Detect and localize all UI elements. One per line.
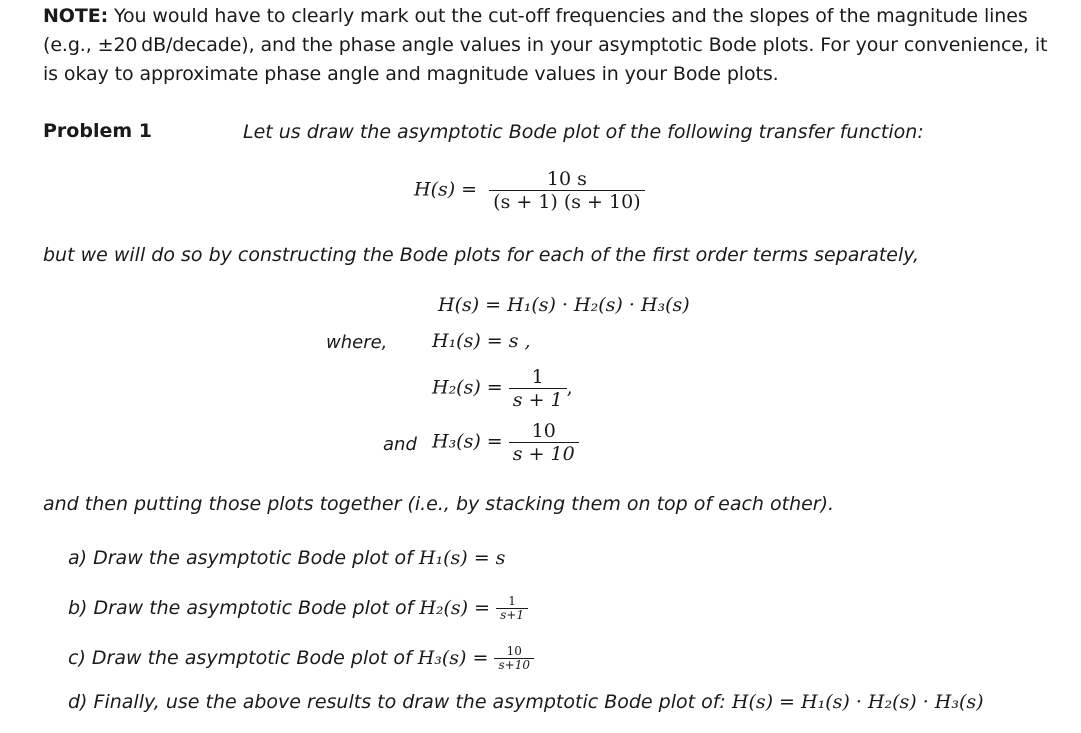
part-c-denominator: s+10 [494,658,534,672]
main-equation: H(s) = 10 s (s + 1) (s + 10) [414,168,645,213]
part-d-math: H(s) = H₁(s) · H₂(s) · H₃(s) [731,691,984,713]
h2-suffix: , [566,376,573,399]
part-a-math: H₁(s) = s [418,547,506,569]
problem-label: Problem 1 [43,120,152,142]
closing-text: and then putting those plots together (i… [43,493,835,515]
part-b-text: Draw the asymptotic Bode plot of [93,597,414,619]
part-d-text: Finally, use the above results to draw t… [93,691,726,713]
h3-denominator: s + 10 [508,442,579,465]
part-b-math: H₂(s) = [419,597,491,619]
h2-equation: H₂(s) = 1 s + 1 , [432,366,573,411]
h3-equation: H₃(s) = 10 s + 10 [432,420,579,465]
h2-lhs: H₂(s) = [432,376,503,399]
h3-lhs: H₃(s) = [432,430,503,453]
h1-equation: H₁(s) = s , [432,330,531,352]
part-b: b) Draw the asymptotic Bode plot of H₂(s… [68,595,528,622]
h2-denominator: s + 1 [508,388,567,411]
note-label: NOTE: [43,5,109,27]
part-c: c) Draw the asymptotic Bode plot of H₃(s… [68,645,534,672]
part-d-label: d) [68,691,88,713]
product-equation: H(s) = H₁(s) · H₂(s) · H₃(s) [438,294,690,316]
where-label: where, [326,332,388,353]
and-label: and [383,434,417,455]
part-b-label: b) [68,597,88,619]
part-d: d) Finally, use the above results to dra… [68,691,984,713]
part-c-math: H₃(s) = [417,647,489,669]
main-eq-numerator: 10 s [546,168,587,190]
note-paragraph: NOTE: You would have to clearly mark out… [43,2,1063,89]
note-text: You would have to clearly mark out the c… [43,5,1048,85]
main-eq-lhs: H(s) = [414,178,478,201]
part-a-text: Draw the asymptotic Bode plot of [93,547,413,569]
h3-numerator: 10 [531,420,556,442]
part-c-label: c) [68,647,86,669]
part-b-denominator: s+1 [496,608,528,622]
h2-numerator: 1 [531,366,544,388]
part-a-label: a) [68,547,88,569]
part-c-text: Draw the asymptotic Bode plot of [91,647,412,669]
part-c-numerator: 10 [506,644,522,658]
part-a: a) Draw the asymptotic Bode plot of H₁(s… [68,547,505,569]
middle-text: but we will do so by constructing the Bo… [43,244,920,266]
main-eq-denominator: (s + 1) (s + 10) [489,190,645,213]
problem-intro: Let us draw the asymptotic Bode plot of … [243,121,924,143]
part-b-numerator: 1 [508,594,516,608]
